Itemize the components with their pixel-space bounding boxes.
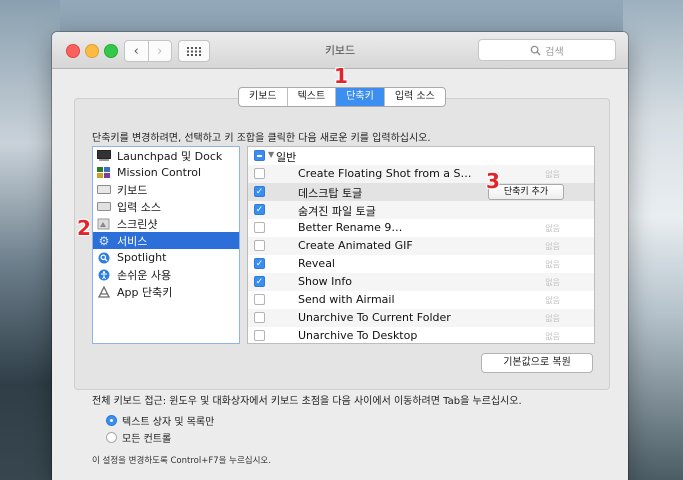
shortcut-checkbox[interactable] xyxy=(254,312,265,323)
category-label: Spotlight xyxy=(117,251,167,264)
gear-icon: ⚙ xyxy=(98,233,110,248)
category-item-screenshots[interactable]: 스크린샷 xyxy=(93,215,239,232)
mission-control-icon xyxy=(97,166,111,179)
tab-text[interactable]: 텍스트 xyxy=(288,88,337,106)
group-row-general[interactable]: ▼ 일반 xyxy=(248,147,594,165)
full-keyboard-access-label: 전체 키보드 접근: 윈도우 및 대화상자에서 키보드 초점을 다음 사이에서 … xyxy=(92,396,522,407)
shortcut-row[interactable]: Better Rename 9… 없음 xyxy=(248,219,594,237)
radio-label: 모든 컨트롤 xyxy=(122,434,172,445)
category-item-input-sources[interactable]: 입력 소스 xyxy=(93,198,239,215)
shortcut-checkbox[interactable] xyxy=(254,294,265,305)
shortcut-key[interactable]: 없음 xyxy=(545,331,560,342)
shortcut-key[interactable]: 없음 xyxy=(545,259,560,270)
shortcut-checkbox[interactable]: ✓ xyxy=(254,186,265,197)
shortcut-label: Create Floating Shot from a S… xyxy=(298,167,472,180)
preferences-window: ‹ › 키보드 검색 키보드 텍스트 단축키 입력 소스 단축키를 변경하려면,… xyxy=(52,32,628,480)
category-item-app-shortcuts[interactable]: App 단축키 xyxy=(93,283,239,300)
hint-text: 이 설정을 변경하도록 Control+F7을 누르십시오. xyxy=(92,456,271,466)
desktop-background-right xyxy=(623,0,683,480)
category-label: 서비스 xyxy=(117,234,148,248)
shortcut-label: Unarchive To Current Folder xyxy=(298,311,451,324)
shortcut-label: Better Rename 9… xyxy=(298,221,403,234)
group-label: 일반 xyxy=(276,151,297,164)
screenshot-icon xyxy=(97,218,111,230)
accessibility-icon xyxy=(97,269,111,281)
instruction-text: 단축키를 변경하려면, 선택하고 키 조합을 클릭한 다음 새로운 키를 입력하… xyxy=(92,133,431,144)
tab-input-sources[interactable]: 입력 소스 xyxy=(385,88,445,106)
spotlight-icon xyxy=(97,252,111,264)
group-checkbox[interactable] xyxy=(254,150,265,161)
shortcut-key[interactable]: 없음 xyxy=(545,169,560,180)
category-item-spotlight[interactable]: Spotlight xyxy=(93,249,239,266)
category-label: 키보드 xyxy=(117,183,148,197)
shortcut-key[interactable]: 없음 xyxy=(545,277,560,288)
tab-keyboard[interactable]: 키보드 xyxy=(239,88,288,106)
restore-defaults-button[interactable]: 기본값으로 복원 xyxy=(481,353,593,373)
shortcut-row[interactable]: ✓ Reveal 없음 xyxy=(248,255,594,273)
category-label: 스크린샷 xyxy=(117,217,158,231)
category-label: Launchpad 및 Dock xyxy=(117,149,223,163)
annotation-number-1: 1 xyxy=(334,64,348,88)
keyboard-icon xyxy=(97,184,111,196)
category-item-accessibility[interactable]: 손쉬운 사용 xyxy=(93,266,239,283)
tab-bar: 키보드 텍스트 단축키 입력 소스 xyxy=(238,87,446,107)
shortcut-key[interactable]: 없음 xyxy=(545,313,560,324)
shortcut-row[interactable]: Create Animated GIF 없음 xyxy=(248,237,594,255)
shortcut-row[interactable]: Unarchive To Desktop 없음 xyxy=(248,327,594,343)
app-shortcuts-icon xyxy=(97,285,111,298)
category-label: 입력 소스 xyxy=(117,200,161,214)
category-item-services[interactable]: ⚙ 서비스 xyxy=(93,232,239,249)
shortcut-label: Unarchive To Desktop xyxy=(298,329,418,342)
disclosure-triangle-icon[interactable]: ▼ xyxy=(268,150,274,159)
shortcut-checkbox[interactable]: ✓ xyxy=(254,258,265,269)
category-item-keyboard[interactable]: 키보드 xyxy=(93,181,239,198)
shortcut-label: Show Info xyxy=(298,275,352,288)
shortcut-checkbox[interactable]: ✓ xyxy=(254,276,265,287)
shortcut-label: 데스크탑 토글 xyxy=(298,187,363,200)
launchpad-icon xyxy=(97,150,111,162)
radio-button[interactable] xyxy=(106,432,117,443)
tab-shortcuts[interactable]: 단축키 xyxy=(336,88,385,106)
category-item-mission-control[interactable]: Mission Control xyxy=(93,164,239,181)
annotation-number-3: 3 xyxy=(486,169,500,193)
shortcut-key[interactable]: 없음 xyxy=(545,295,560,306)
category-label: 손쉬운 사용 xyxy=(117,268,172,282)
search-icon xyxy=(530,45,541,56)
radio-text-boxes-only[interactable]: 텍스트 상자 및 목록만 xyxy=(106,413,214,428)
shortcut-label: Reveal xyxy=(298,257,335,270)
shortcut-checkbox[interactable] xyxy=(254,222,265,233)
shortcut-checkbox[interactable] xyxy=(254,168,265,179)
shortcut-checkbox[interactable]: ✓ xyxy=(254,204,265,215)
category-label: App 단축키 xyxy=(117,285,173,299)
radio-label: 텍스트 상자 및 목록만 xyxy=(122,417,215,428)
category-label: Mission Control xyxy=(117,166,202,179)
search-field[interactable]: 검색 xyxy=(478,39,616,61)
desktop-background-left xyxy=(0,0,60,480)
shortcut-key[interactable]: 없음 xyxy=(545,223,560,234)
shortcut-checkbox[interactable] xyxy=(254,330,265,341)
category-list: Launchpad 및 Dock Mission Control 키보드 입력 … xyxy=(92,146,240,344)
shortcut-checkbox[interactable] xyxy=(254,240,265,251)
annotation-number-2: 2 xyxy=(77,216,91,240)
input-source-icon xyxy=(97,201,111,213)
shortcut-row[interactable]: ✓ 숨겨진 파일 토글 xyxy=(248,201,594,219)
category-item-launchpad[interactable]: Launchpad 및 Dock xyxy=(93,147,239,164)
shortcut-label: Create Animated GIF xyxy=(298,239,413,252)
shortcut-row[interactable]: Send with Airmail 없음 xyxy=(248,291,594,309)
search-placeholder: 검색 xyxy=(545,46,564,58)
shortcut-label: Send with Airmail xyxy=(298,293,395,306)
shortcut-table: ▼ 일반 Create Floating Shot from a S… 없음 ✓… xyxy=(247,146,595,344)
shortcut-label: 숨겨진 파일 토글 xyxy=(298,205,376,218)
shortcut-row[interactable]: ✓ 데스크탑 토글 단축키 추가 xyxy=(248,183,594,201)
shortcut-row[interactable]: Create Floating Shot from a S… 없음 xyxy=(248,165,594,183)
radio-all-controls[interactable]: 모든 컨트롤 xyxy=(106,430,171,445)
shortcut-key[interactable]: 없음 xyxy=(545,241,560,252)
shortcut-row[interactable]: ✓ Show Info 없음 xyxy=(248,273,594,291)
shortcut-row[interactable]: Unarchive To Current Folder 없음 xyxy=(248,309,594,327)
radio-button[interactable] xyxy=(106,415,117,426)
